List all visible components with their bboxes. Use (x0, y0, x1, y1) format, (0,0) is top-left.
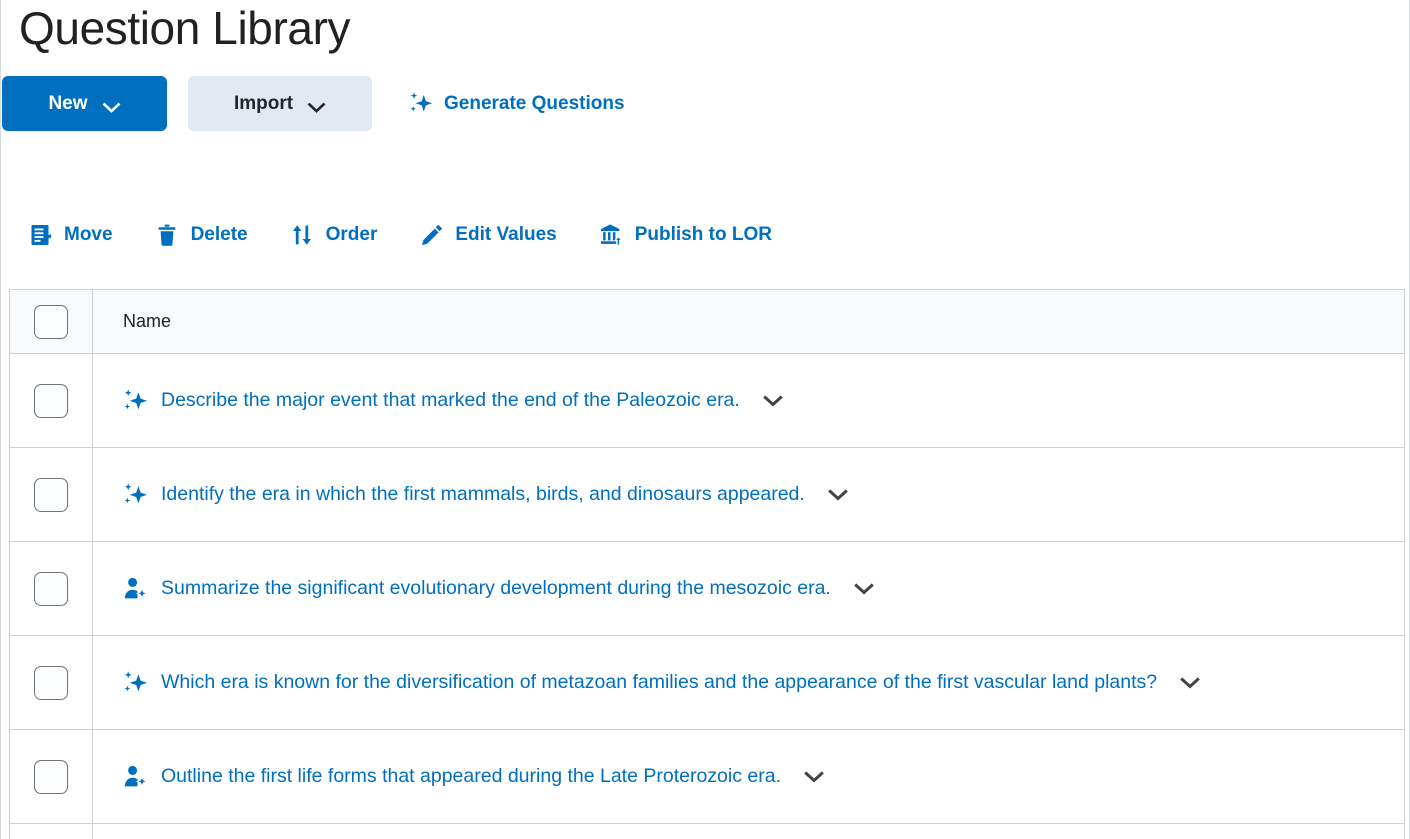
row-checkbox[interactable] (34, 665, 68, 700)
table-row: Outline the first life forms that appear… (10, 730, 1404, 824)
question-link[interactable]: Outline the first life forms that appear… (161, 765, 781, 788)
table-row: Which era is known for the diversificati… (10, 636, 1404, 730)
order-button[interactable]: Order (290, 222, 378, 247)
row-checkbox[interactable] (34, 571, 68, 606)
generate-questions-label: Generate Questions (444, 92, 625, 114)
row-select-cell (10, 636, 93, 729)
move-label: Move (64, 223, 113, 245)
select-all-cell (10, 290, 93, 353)
row-name-cell: Identify the era in which the first mamm… (93, 448, 1404, 541)
sort-arrows-icon (290, 222, 315, 247)
question-library-page: Question Library New Import Generate Que… (0, 0, 1410, 839)
chevron-down-icon[interactable] (1179, 676, 1201, 690)
trash-icon (155, 222, 180, 247)
sparkle-icon (123, 670, 149, 696)
page-title: Question Library (19, 2, 351, 54)
row-checkbox[interactable] (34, 383, 68, 418)
question-link[interactable]: Describe the major event that marked the… (161, 389, 740, 412)
publish-bank-icon (599, 222, 624, 247)
table-header-row: Name (10, 290, 1404, 354)
sparkle-icon (123, 388, 149, 414)
row-select-cell (10, 542, 93, 635)
table-row: Summarize the significant evolutionary d… (10, 542, 1404, 636)
row-name-cell (93, 824, 1404, 839)
chevron-down-icon[interactable] (762, 394, 784, 408)
chevron-down-icon[interactable] (853, 582, 875, 596)
row-select-cell (10, 824, 93, 839)
import-button[interactable]: Import (188, 76, 372, 131)
pencil-icon (419, 222, 444, 247)
chevron-down-icon[interactable] (827, 488, 849, 502)
order-label: Order (325, 223, 378, 245)
sparkle-icon (123, 482, 149, 508)
delete-label: Delete (190, 223, 248, 245)
question-link[interactable]: Which era is known for the diversificati… (161, 671, 1157, 694)
row-checkbox[interactable] (34, 477, 68, 512)
row-name-cell: Which era is known for the diversificati… (93, 636, 1404, 729)
primary-action-bar: New Import Generate Questions (1, 76, 625, 131)
import-button-label: Import (233, 92, 294, 114)
publish-to-lor-label: Publish to LOR (634, 223, 772, 245)
table-row: Describe the major event that marked the… (10, 354, 1404, 448)
move-button[interactable]: Move (28, 222, 113, 247)
row-select-cell (10, 448, 93, 541)
person-sparkle-icon (123, 576, 149, 602)
new-button[interactable]: New (2, 76, 167, 131)
chevron-down-icon (102, 98, 121, 113)
publish-to-lor-button[interactable]: Publish to LOR (599, 222, 772, 247)
sparkle-icon (409, 91, 434, 116)
select-all-checkbox[interactable] (34, 304, 68, 339)
chevron-down-icon[interactable] (803, 770, 825, 784)
row-name-cell: Outline the first life forms that appear… (93, 730, 1404, 823)
questions-table: Name Describe the major event that marke… (9, 289, 1405, 839)
person-sparkle-icon (123, 764, 149, 790)
row-name-cell: Describe the major event that marked the… (93, 354, 1404, 447)
bulk-actions-toolbar: Move Delete Order Edit Values Publish to… (1, 222, 772, 247)
question-link[interactable]: Summarize the significant evolutionary d… (161, 577, 831, 600)
edit-values-label: Edit Values (455, 223, 557, 245)
row-checkbox[interactable] (34, 759, 68, 794)
row-select-cell (10, 354, 93, 447)
row-name-cell: Summarize the significant evolutionary d… (93, 542, 1404, 635)
table-row (10, 824, 1404, 839)
new-button-label: New (48, 92, 88, 114)
question-link[interactable]: Identify the era in which the first mamm… (161, 483, 805, 506)
generate-questions-button[interactable]: Generate Questions (409, 91, 625, 116)
delete-button[interactable]: Delete (155, 222, 248, 247)
move-document-icon (28, 222, 53, 247)
chevron-down-icon (307, 98, 326, 113)
row-select-cell (10, 730, 93, 823)
column-header-name: Name (123, 311, 172, 331)
edit-values-button[interactable]: Edit Values (419, 222, 557, 247)
table-row: Identify the era in which the first mamm… (10, 448, 1404, 542)
